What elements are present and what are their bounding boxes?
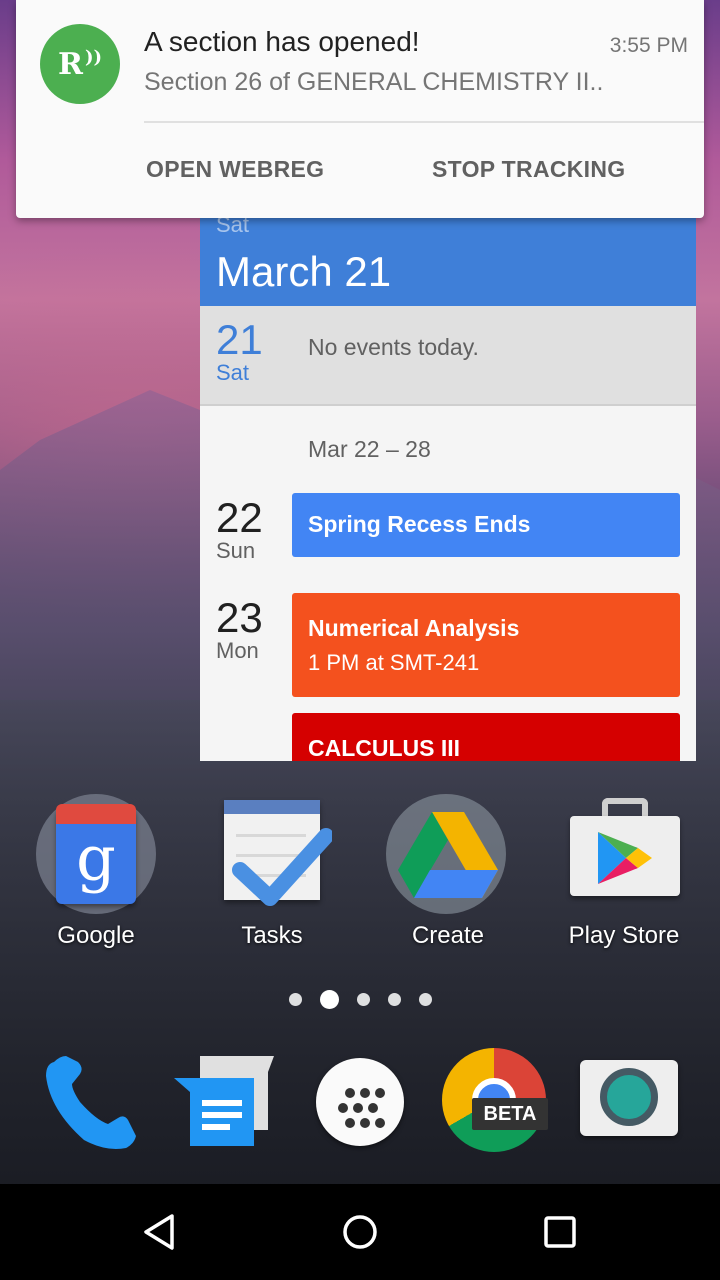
event-title: Spring Recess Ends (308, 511, 531, 537)
rutgers-radio-icon: R)) (40, 24, 120, 104)
dock-chrome-beta[interactable]: BETA (442, 1048, 552, 1158)
dock-phone[interactable] (36, 1048, 146, 1158)
page-indicator (0, 990, 720, 1009)
app-tasks[interactable]: Tasks (187, 790, 357, 950)
week-range-label: Mar 22 – 28 (308, 436, 431, 462)
home-icon[interactable] (340, 1212, 380, 1252)
app-play-store[interactable]: Play Store (539, 790, 709, 950)
dock-camera[interactable] (578, 1048, 688, 1158)
app-create[interactable]: Create (363, 790, 533, 950)
notification-text: Section 26 of GENERAL CHEMISTRY II.. (144, 68, 604, 96)
calendar-widget[interactable]: Sat March 21 21 Sat No events today. Mar… (200, 218, 696, 761)
page-dot (356, 993, 370, 1006)
open-webreg-button[interactable]: OPEN WEBREG (146, 156, 324, 183)
messenger-icon (174, 1056, 274, 1146)
notification-icon-letter: R (58, 46, 83, 82)
page-dot (418, 993, 432, 1006)
page-dot (288, 993, 302, 1006)
heads-up-notification[interactable]: R)) A section has opened! 3:55 PM Sectio… (16, 0, 704, 218)
day-name-mon: Mon (216, 638, 259, 663)
back-icon[interactable] (140, 1212, 180, 1252)
app-label: Create (411, 922, 485, 949)
event-spring-recess-ends[interactable]: Spring Recess Ends (292, 493, 680, 557)
today-day-number: 21 (216, 316, 263, 363)
calendar-header-day: Sat (216, 218, 250, 237)
no-events-message: No events today. (308, 334, 479, 360)
day-number-22: 22 (216, 494, 263, 541)
event-subtitle: 1 PM at SMT-241 (308, 650, 480, 675)
navigation-bar (0, 1184, 720, 1280)
phone-icon (46, 1056, 136, 1149)
app-label: Tasks (241, 922, 303, 949)
notification-divider (144, 121, 704, 123)
page-dot (387, 993, 401, 1006)
today-day-name: Sat (216, 360, 250, 385)
recents-icon[interactable] (540, 1212, 580, 1252)
radio-waves-icon: )) (84, 46, 102, 68)
app-label: Google (57, 922, 135, 949)
beta-badge: BETA (472, 1098, 548, 1130)
google-folder-icon: g (34, 790, 158, 914)
app-drawer-icon (316, 1058, 404, 1146)
play-store-icon (562, 790, 686, 914)
app-label: Play Store (568, 922, 680, 949)
tasks-icon (210, 790, 334, 914)
event-title: Numerical Analysis (308, 615, 520, 641)
calendar-today-row[interactable]: 21 Sat No events today. (200, 306, 696, 406)
drive-icon (386, 790, 510, 914)
app-google[interactable]: g Google (11, 790, 181, 950)
day-name-sun: Sun (216, 538, 256, 563)
notification-title: A section has opened! (144, 26, 420, 57)
dock-messenger[interactable] (172, 1048, 282, 1158)
event-numerical-analysis[interactable]: Numerical Analysis 1 PM at SMT-241 (292, 593, 680, 697)
dock-app-drawer[interactable] (290, 1048, 404, 1158)
page-dot-active (319, 990, 339, 1009)
notification-time: 3:55 PM (609, 34, 688, 57)
day-number-23: 23 (216, 594, 263, 641)
calendar-header-date: March 21 (216, 248, 392, 295)
event-calculus-iii[interactable]: CALCULUS III (292, 713, 680, 761)
stop-tracking-button[interactable]: STOP TRACKING (432, 156, 625, 183)
calendar-header[interactable]: Sat March 21 (200, 218, 696, 306)
event-title: CALCULUS III (308, 735, 461, 761)
